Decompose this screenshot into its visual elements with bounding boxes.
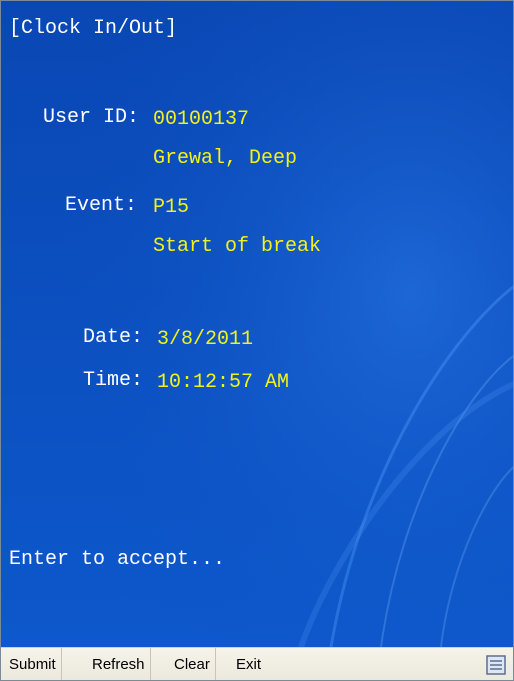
time-value: 10:12:57 AM — [157, 371, 290, 394]
accept-prompt: Enter to accept... — [9, 548, 226, 571]
date-label: Date: — [82, 326, 143, 349]
event-code: P15 — [153, 196, 190, 219]
event-description: Start of break — [153, 235, 322, 258]
time-label: Time: — [82, 369, 143, 392]
clock-screen: [Clock In/Out] User ID: 00100137 Grewal,… — [1, 1, 513, 647]
keyboard-toggle-icon[interactable] — [485, 654, 507, 676]
user-name: Grewal, Deep — [153, 147, 298, 170]
event-label: Event: — [64, 194, 137, 217]
device-window: [Clock In/Out] User ID: 00100137 Grewal,… — [0, 0, 514, 681]
clear-button[interactable]: Clear — [169, 648, 216, 680]
screen-title: [Clock In/Out] — [9, 17, 178, 40]
exit-button[interactable]: Exit — [231, 648, 266, 680]
date-value: 3/8/2011 — [157, 328, 254, 351]
refresh-button[interactable]: Refresh — [87, 648, 151, 680]
softkey-menubar: Submit Refresh Clear Exit — [1, 647, 513, 680]
user-id-value: 00100137 — [153, 108, 250, 131]
submit-button[interactable]: Submit — [4, 648, 62, 680]
user-id-label: User ID: — [42, 106, 139, 129]
